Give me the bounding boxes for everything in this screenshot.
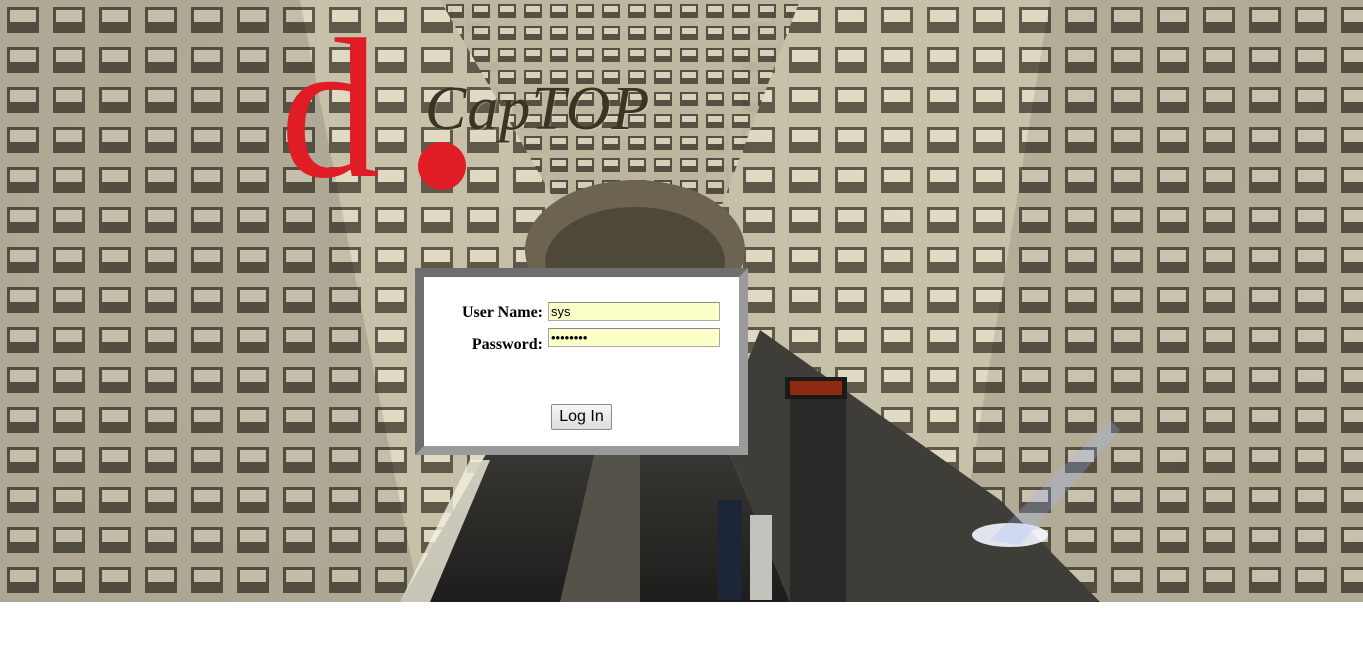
- logo-letter-d: d: [280, 0, 380, 220]
- login-panel: User Name: Password: Log In: [415, 268, 748, 455]
- password-row: Password:: [451, 326, 720, 355]
- password-label: Password:: [471, 336, 543, 353]
- login-button[interactable]: Log In: [551, 404, 612, 430]
- username-row: User Name:: [451, 302, 720, 323]
- username-label: User Name:: [461, 304, 543, 321]
- logo-wordmark: CapTOP: [425, 75, 651, 143]
- background-photo-area: d CapTOP User Name: Password: Log In: [0, 0, 1363, 602]
- logo-red-dot: [418, 142, 466, 190]
- login-form-table: User Name: Password:: [448, 299, 723, 358]
- username-input[interactable]: [548, 302, 720, 321]
- dcaptop-logo: d CapTOP: [280, 10, 660, 210]
- password-input[interactable]: [548, 328, 720, 347]
- login-button-container: Log In: [424, 404, 739, 430]
